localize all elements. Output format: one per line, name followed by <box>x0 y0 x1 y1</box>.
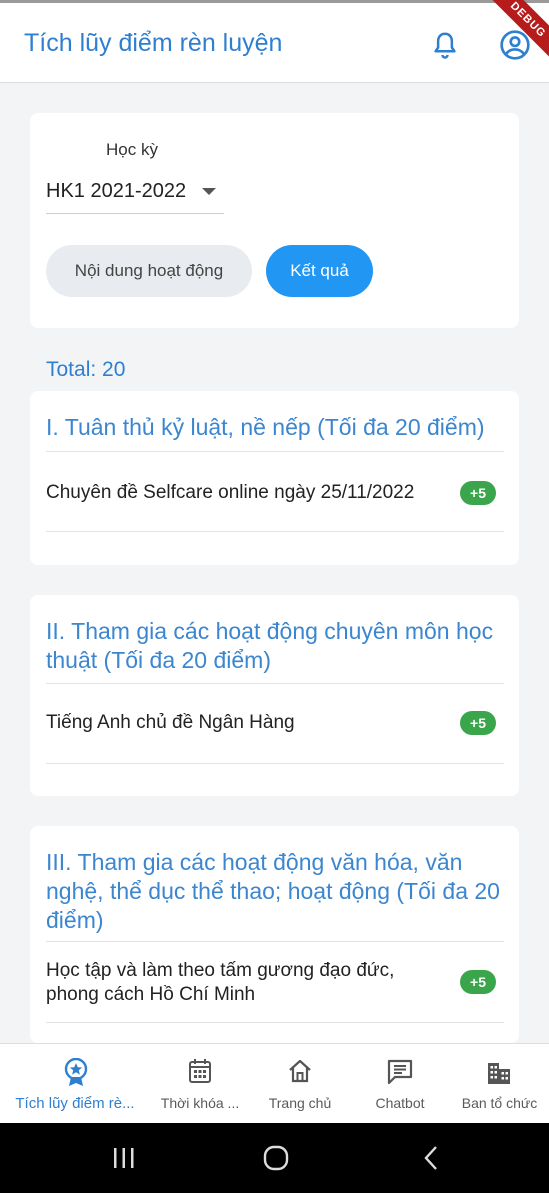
divider <box>46 941 504 942</box>
bottom-navigation: Tích lũy điểm rè... Thời khóa ... Trang … <box>0 1043 549 1123</box>
nav-label: Chatbot <box>375 1095 425 1111</box>
building-icon <box>488 1063 510 1084</box>
app-bar: Tích lũy điểm rèn luyện DEBUG <box>0 0 549 83</box>
activity-item[interactable]: Học tập và làm theo tấm gương đạo đức, p… <box>46 959 426 1007</box>
nav-item-chatbot[interactable]: Chatbot <box>350 1044 450 1124</box>
semester-label: Học kỳ <box>106 140 158 159</box>
nav-label: Trang chủ <box>268 1095 332 1111</box>
nav-label: Thời khóa ... <box>160 1095 240 1111</box>
divider <box>46 683 504 684</box>
nav-item-timetable[interactable]: Thời khóa ... <box>150 1044 250 1124</box>
points-badge: +5 <box>460 711 496 735</box>
calendar-icon <box>189 1059 211 1083</box>
activity-item[interactable]: Tiếng Anh chủ đề Ngân Hàng <box>46 711 426 735</box>
category-card: I. Tuân thủ kỷ luật, nề nếp (Tối đa 20 đ… <box>30 391 519 565</box>
divider <box>46 1022 504 1023</box>
system-navigation-bar <box>0 1123 549 1193</box>
back-icon[interactable] <box>422 1145 440 1171</box>
category-title: II. Tham gia các hoạt động chuyên môn họ… <box>46 618 494 673</box>
activity-item[interactable]: Chuyên đề Selfcare online ngày 25/11/202… <box>46 481 426 505</box>
points-badge: +5 <box>460 970 496 994</box>
nav-item-rewards[interactable]: Tích lũy điểm rè... <box>0 1044 150 1124</box>
activity-content-button[interactable]: Nội dung hoạt động <box>46 245 252 297</box>
category-title: I. Tuân thủ kỷ luật, nề nếp (Tối đa 20 đ… <box>46 414 485 440</box>
category-title: III. Tham gia các hoạt động văn hóa, văn… <box>46 849 500 933</box>
category-card: II. Tham gia các hoạt động chuyên môn họ… <box>30 595 519 796</box>
total-points: Total: 20 <box>46 358 126 381</box>
chat-icon <box>387 1059 413 1085</box>
home-icon <box>289 1059 311 1083</box>
nav-label: Ban tổ chức <box>461 1095 538 1111</box>
category-card: III. Tham gia các hoạt động văn hóa, văn… <box>30 826 519 1043</box>
semester-dropdown[interactable]: HK1 2021-2022 <box>46 176 224 214</box>
bell-icon[interactable] <box>430 29 460 61</box>
nav-item-organizers[interactable]: Ban tổ chức <box>450 1044 549 1124</box>
nav-item-home[interactable]: Trang chủ <box>250 1044 350 1124</box>
nav-label: Tích lũy điểm rè... <box>15 1095 135 1112</box>
dropdown-caret-icon <box>202 188 216 195</box>
result-button[interactable]: Kết quả <box>266 245 373 297</box>
divider <box>46 763 504 764</box>
home-button-icon[interactable] <box>263 1145 289 1171</box>
award-icon <box>64 1058 88 1086</box>
points-badge: +5 <box>460 481 496 505</box>
divider <box>46 531 504 532</box>
semester-value: HK1 2021-2022 <box>46 180 187 202</box>
recent-apps-icon[interactable] <box>112 1147 136 1169</box>
page-title: Tích lũy điểm rèn luyện <box>24 29 283 57</box>
filter-card: Học kỳ HK1 2021-2022 Nội dung hoạt động … <box>30 113 519 328</box>
divider <box>46 451 504 452</box>
